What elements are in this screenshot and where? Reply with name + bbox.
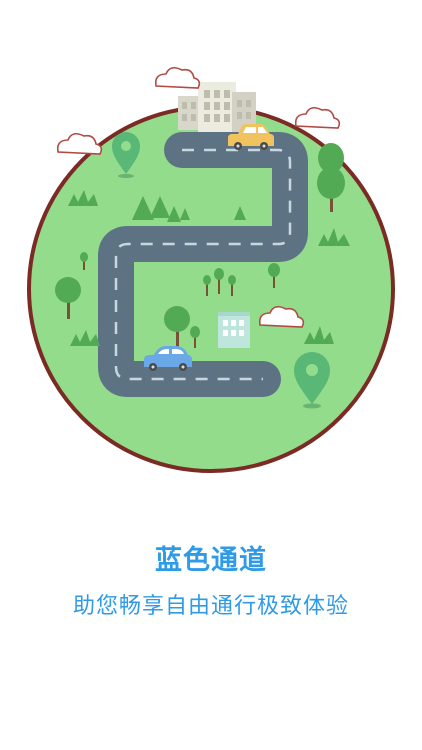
onboarding-subtitle: 助您畅享自由通行极致体验 bbox=[72, 594, 349, 619]
building-icon bbox=[218, 312, 250, 348]
cloud-icon bbox=[154, 66, 201, 89]
cloud-icon bbox=[294, 106, 341, 129]
building-icon bbox=[178, 82, 256, 132]
onboarding-illustration bbox=[27, 66, 395, 473]
onboarding-title: 蓝色通道 bbox=[155, 545, 267, 576]
cloud-icon bbox=[56, 132, 103, 155]
